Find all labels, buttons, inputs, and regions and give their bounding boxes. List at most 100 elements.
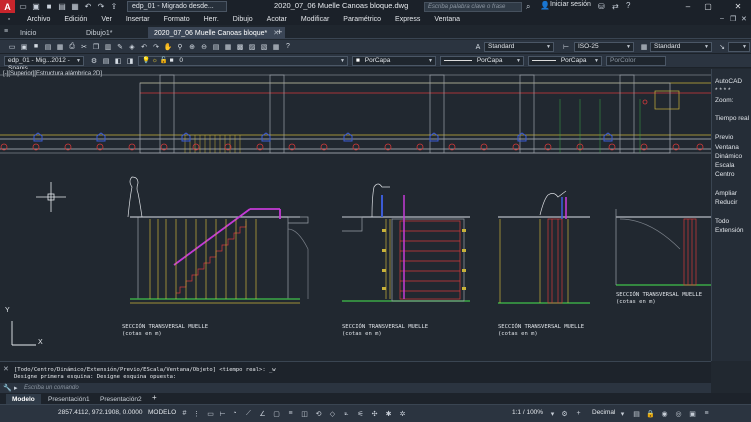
- save-icon[interactable]: ■: [44, 2, 54, 12]
- tab-presentacion2[interactable]: Presentación2: [94, 394, 148, 404]
- grid-icon[interactable]: #: [180, 409, 189, 418]
- coordinates-readout[interactable]: 2857.4112, 972.1908, 0.0000: [58, 409, 142, 416]
- zoom-previous-item[interactable]: Previo: [715, 134, 733, 141]
- zoom-window-item[interactable]: Ventana: [715, 144, 739, 151]
- layer-make-current-icon[interactable]: ◨: [125, 56, 135, 66]
- tab-muelle-canoas[interactable]: 2020_07_06 Muelle Canoas bloque* ✕: [148, 27, 286, 39]
- user-icon[interactable]: 👤: [540, 1, 550, 10]
- customize-icon[interactable]: ≡: [702, 409, 711, 418]
- zoom-center-item[interactable]: Centro: [715, 171, 735, 178]
- new-file-icon[interactable]: ▭: [18, 2, 28, 12]
- command-input[interactable]: Escriba un comando: [24, 384, 704, 392]
- wrench-icon[interactable]: 🔧: [3, 384, 12, 392]
- 3d-osnap-icon[interactable]: ◇: [328, 409, 337, 418]
- plotstyle-select[interactable]: PorColor: [606, 56, 666, 66]
- isolate-objects-icon[interactable]: ◉: [660, 409, 669, 418]
- copy-icon[interactable]: ❐: [91, 42, 101, 52]
- cart-icon[interactable]: ⛁: [598, 2, 605, 11]
- zoom-dynamic-item[interactable]: Dinámico: [715, 153, 742, 160]
- undo-icon[interactable]: ↶: [83, 2, 93, 12]
- color-select[interactable]: ■ PorCapa ▼: [352, 56, 436, 66]
- cut-icon[interactable]: ✂: [79, 42, 89, 52]
- table-style-select[interactable]: Standard ▼: [650, 42, 712, 52]
- minimize-button[interactable]: –: [678, 0, 698, 13]
- gizmo-icon[interactable]: ✣: [370, 409, 379, 418]
- redo-icon[interactable]: ↷: [151, 42, 161, 52]
- zoom-realtime-icon[interactable]: ⚲: [175, 42, 185, 52]
- print-icon[interactable]: ▦: [70, 2, 80, 12]
- open-icon[interactable]: ▣: [19, 42, 29, 52]
- pan-icon[interactable]: ✋: [163, 42, 173, 52]
- close-icon[interactable]: ✕: [3, 365, 9, 373]
- multileader-style-select[interactable]: ▼: [728, 42, 750, 52]
- tab-menu-icon[interactable]: ≡: [4, 28, 8, 35]
- model-space-button[interactable]: MODELO: [148, 409, 176, 416]
- autocad-logo[interactable]: A: [0, 0, 15, 13]
- dim-style-select[interactable]: ISO-25 ▼: [574, 42, 634, 52]
- dynamic-input-icon[interactable]: ▭: [206, 409, 215, 418]
- drawing-canvas[interactable]: [-][Superior][Estructura alámbrica 2D] Y…: [0, 69, 711, 361]
- tab-inicio[interactable]: Inicio: [14, 27, 42, 39]
- menu-parametrico[interactable]: Paramétrico: [343, 16, 381, 23]
- dynamic-ucs-icon[interactable]: ⟀: [342, 409, 351, 418]
- publish-icon[interactable]: ⎙: [67, 42, 77, 52]
- workspace-document-combo[interactable]: edp_01 - Migrado desde...: [127, 1, 227, 12]
- multileader-style-icon[interactable]: ↘: [717, 42, 727, 52]
- zoom-all-item[interactable]: Todo: [715, 218, 729, 225]
- zoom-scale-item[interactable]: Escala: [715, 162, 735, 169]
- zoom-extents-item[interactable]: Extensión: [715, 227, 744, 234]
- polar-icon[interactable]: ◔: [230, 409, 239, 418]
- tab-dibujo1[interactable]: Dibujo1*: [80, 27, 118, 39]
- maximize-button[interactable]: ▢: [698, 0, 718, 13]
- redo-icon[interactable]: ↷: [96, 2, 106, 12]
- chevron-down-icon[interactable]: ▾: [618, 409, 627, 418]
- zoom-window-icon[interactable]: ⊕: [187, 42, 197, 52]
- zoom-realtime-item[interactable]: Tiempo real: [715, 115, 749, 122]
- lineweight-icon[interactable]: ≡: [286, 409, 295, 418]
- workspace-settings-icon[interactable]: ⚙: [89, 56, 99, 66]
- help-icon[interactable]: ?: [283, 42, 293, 52]
- hardware-acceleration-icon[interactable]: ◎: [674, 409, 683, 418]
- signin-button[interactable]: Iniciar sesión: [550, 1, 591, 8]
- search-icon[interactable]: ⌕: [526, 2, 530, 12]
- menu-herr[interactable]: Herr.: [204, 16, 219, 23]
- plus-icon[interactable]: +: [574, 409, 583, 418]
- zoom-out-item[interactable]: Reducir: [715, 199, 737, 206]
- open-folder-icon[interactable]: ▣: [31, 2, 41, 12]
- units-display[interactable]: Decimal: [592, 409, 615, 416]
- text-style-select[interactable]: Standard ▼: [484, 42, 554, 52]
- snap-icon[interactable]: ⋮: [192, 409, 201, 418]
- match-properties-icon[interactable]: ✎: [115, 42, 125, 52]
- menu-ventana[interactable]: Ventana: [434, 16, 460, 23]
- menu-dibujo[interactable]: Dibujo: [233, 16, 253, 23]
- workspace-select[interactable]: edp_01 - Mig...2012 - Spanis▼: [4, 56, 84, 72]
- tool-palettes-icon[interactable]: ▩: [235, 42, 245, 52]
- help-icon[interactable]: ?: [626, 1, 630, 10]
- calculator-icon[interactable]: ▦: [271, 42, 281, 52]
- paste-icon[interactable]: ▥: [103, 42, 113, 52]
- menu-ver[interactable]: Ver: [101, 16, 112, 23]
- annotation-visibility-icon[interactable]: ✱: [384, 409, 393, 418]
- menu-edicion[interactable]: Edición: [64, 16, 87, 23]
- sheet-set-icon[interactable]: ▨: [247, 42, 257, 52]
- save-icon[interactable]: ■: [31, 42, 41, 52]
- lineweight-select[interactable]: PorCapa ▼: [528, 56, 602, 66]
- design-center-icon[interactable]: ▦: [223, 42, 233, 52]
- menu-acotar[interactable]: Acotar: [267, 16, 287, 23]
- properties-icon[interactable]: ▤: [211, 42, 221, 52]
- add-tab-button[interactable]: +: [277, 27, 282, 37]
- save-as-icon[interactable]: ▤: [57, 2, 67, 12]
- isodraft-icon[interactable]: ⟋: [244, 409, 253, 418]
- add-layout-button[interactable]: +: [152, 393, 157, 402]
- menu-insertar[interactable]: Insertar: [126, 16, 150, 23]
- menu-modificar[interactable]: Modificar: [301, 16, 329, 23]
- search-input[interactable]: Escriba palabra clave o frase: [424, 2, 522, 12]
- block-editor-icon[interactable]: ◈: [127, 42, 137, 52]
- quick-properties-icon[interactable]: ▤: [632, 409, 641, 418]
- share-icon[interactable]: ⇪: [109, 2, 119, 12]
- ortho-icon[interactable]: ⊢: [218, 409, 227, 418]
- annotation-scale[interactable]: 1:1 / 100%: [512, 409, 543, 416]
- lock-ui-icon[interactable]: 🔒: [646, 409, 655, 418]
- exchange-icon[interactable]: ⇄: [612, 2, 619, 11]
- linetype-select[interactable]: PorCapa ▼: [440, 56, 524, 66]
